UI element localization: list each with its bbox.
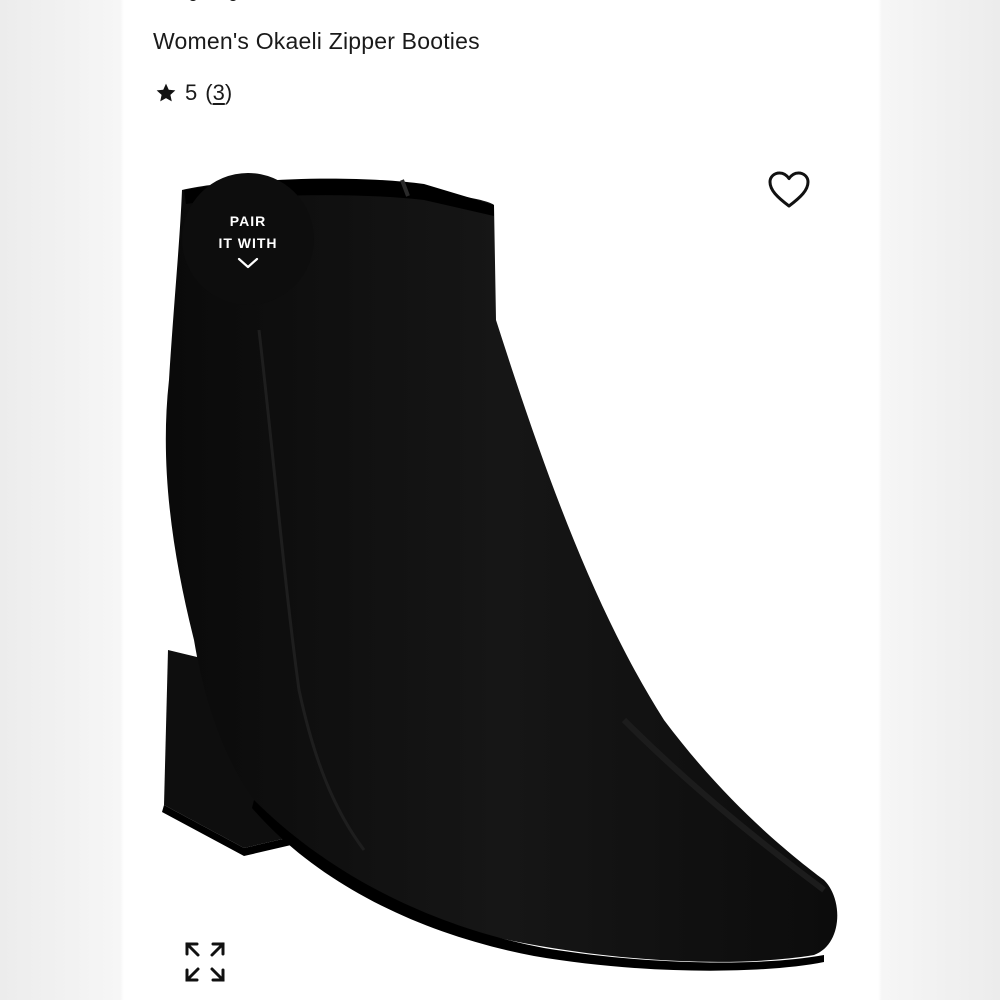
product-image xyxy=(162,178,838,971)
product-page: Women's Okaeli Zipper Booties 5 (3) PAIR… xyxy=(124,0,878,1000)
heart-icon[interactable] xyxy=(767,170,811,210)
chevron-down-icon xyxy=(237,257,259,268)
expand-icon[interactable] xyxy=(183,940,227,984)
pair-label-line1: PAIR xyxy=(229,212,267,229)
screenshot-frame: Women's Okaeli Zipper Booties 5 (3) PAIR… xyxy=(0,0,1000,1000)
pair-it-with-button[interactable]: PAIR IT WITH xyxy=(182,173,314,305)
pair-label-line2: IT WITH xyxy=(218,234,278,251)
